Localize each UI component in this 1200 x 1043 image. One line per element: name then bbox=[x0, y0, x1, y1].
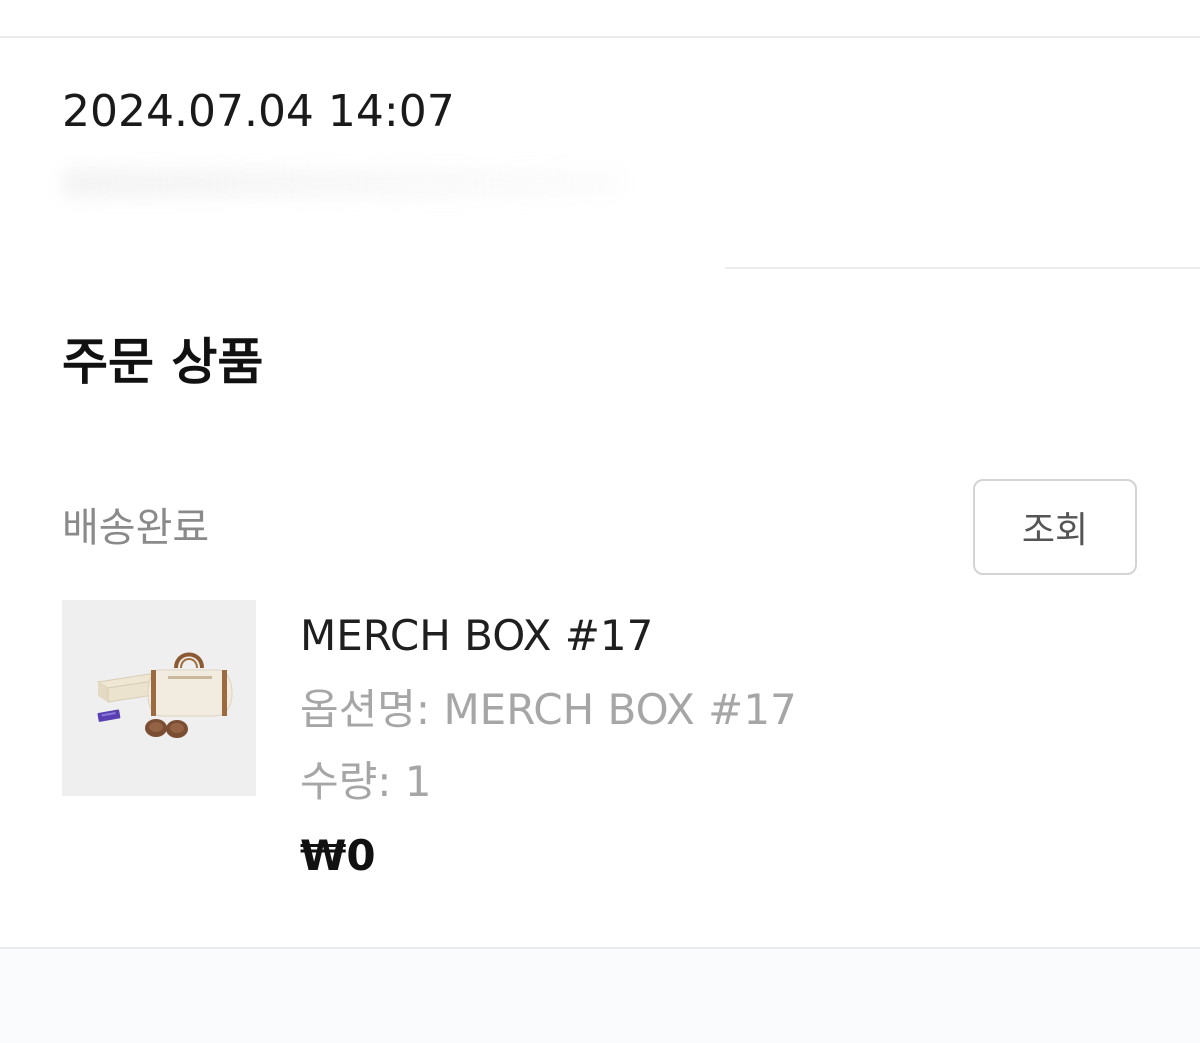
merch-box-image bbox=[96, 652, 233, 738]
option-separator: : bbox=[415, 685, 444, 734]
order-date: 2024.07.04 14:07 bbox=[62, 86, 455, 137]
section-divider bbox=[725, 267, 1200, 269]
top-divider bbox=[0, 36, 1200, 38]
product-quantity: 수량: 1 bbox=[300, 756, 432, 808]
view-button[interactable]: 조회 bbox=[973, 479, 1137, 575]
section-title: 주문 상품 bbox=[62, 333, 264, 391]
quantity-separator: : bbox=[377, 757, 405, 806]
delivery-status: 배송완료 bbox=[62, 505, 210, 551]
quantity-label: 수량 bbox=[300, 757, 378, 806]
product-thumbnail[interactable] bbox=[62, 600, 256, 796]
option-label: 옵션명 bbox=[300, 685, 416, 734]
option-value: MERCH BOX #17 bbox=[443, 685, 797, 734]
product-price: ₩0 bbox=[300, 831, 376, 880]
quantity-value: 1 bbox=[404, 757, 432, 806]
blurred-order-detail bbox=[62, 168, 622, 198]
product-name: MERCH BOX #17 bbox=[300, 611, 654, 660]
bottom-band bbox=[0, 949, 1200, 1043]
product-option: 옵션명: MERCH BOX #17 bbox=[300, 684, 797, 736]
